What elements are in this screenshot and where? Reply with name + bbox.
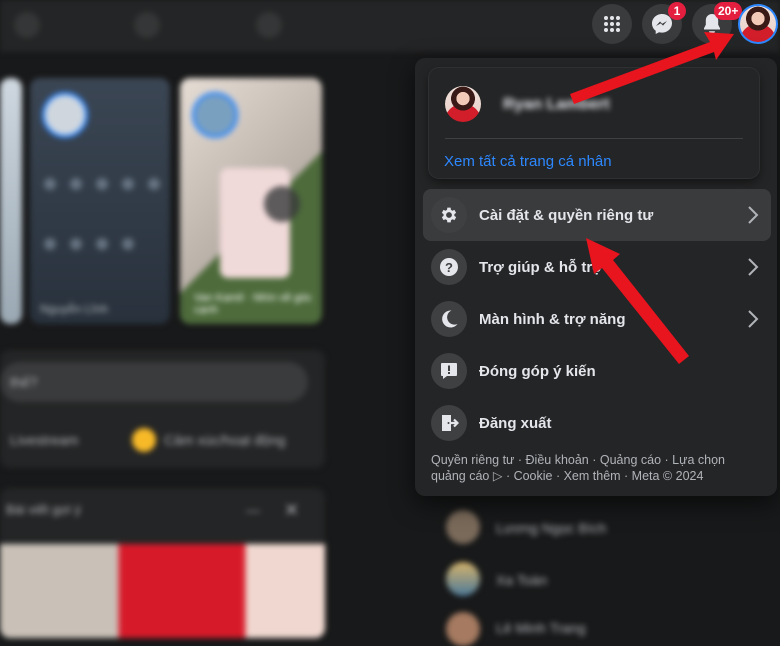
logout-icon [442, 415, 459, 431]
story-label: Nguyễn Lĩnh [40, 302, 109, 316]
notifications-button[interactable]: 20+ [692, 2, 743, 44]
story-card-photo: Van Kamil · Nhìn về góc cạnh [180, 78, 322, 324]
contact-avatar [446, 510, 480, 544]
profile-card[interactable]: Ryan Lambert Xem tất cả trang cá nhân [429, 68, 759, 178]
question-icon: ? [440, 258, 458, 276]
messenger-button[interactable]: 1 [642, 2, 686, 44]
menu-item-logout[interactable]: Đăng xuất [423, 397, 771, 449]
profile-avatar [445, 86, 481, 122]
profile-name: Ryan Lambert [503, 96, 610, 113]
menu-grid-icon [604, 16, 620, 32]
contact-name: Lương Ngọc Bích [496, 520, 607, 536]
live-video-label: Livestream [10, 432, 79, 448]
divider [445, 138, 743, 139]
chevron-right-icon [748, 206, 759, 224]
contact-avatar [446, 612, 480, 646]
story-next-button [264, 186, 300, 222]
moon-icon [442, 310, 458, 328]
story-card [0, 78, 22, 324]
menu-grid-button[interactable] [592, 4, 632, 44]
contact-avatar [446, 562, 480, 596]
menu-item-label: Đóng góp ý kiến [479, 362, 596, 380]
footer-line[interactable]: Quyền riêng tư · Điều khoản · Quảng cáo … [431, 452, 761, 468]
account-menu: Ryan Lambert Xem tất cả trang cá nhân Cà… [415, 58, 777, 496]
suggested-header: Bài viết gợi ý [6, 502, 81, 517]
feeling-icon [132, 428, 156, 452]
story-avatar [192, 92, 238, 138]
menu-item-settings-privacy[interactable]: Cài đặt & quyền riêng tư [423, 189, 771, 241]
menu-item-label: Cài đặt & quyền riêng tư [479, 206, 654, 224]
story-card-weather: Nguyễn Lĩnh [30, 78, 170, 324]
menu-item-label: Trợ giúp & hỗ trợ [479, 258, 603, 276]
gear-icon [441, 207, 457, 223]
post-image [0, 544, 325, 638]
post-composer: thế? Livestream Cảm xúc/hoạt động [0, 350, 325, 468]
chevron-right-icon [748, 258, 759, 276]
avatar [740, 6, 776, 42]
footer-line[interactable]: quảng cáo ▷ · Cookie · Xem thêm · Meta ©… [431, 468, 761, 484]
menu-item-help-support[interactable]: ? Trợ giúp & hỗ trợ [423, 241, 771, 293]
composer-prompt: thế? [10, 374, 38, 390]
gaming-icon [256, 12, 282, 38]
close-icon: ✕ [284, 500, 300, 520]
account-button[interactable] [738, 4, 778, 44]
contact-name: Xa Toàn [496, 572, 548, 588]
groups-icon [134, 12, 160, 38]
feeling-label: Cảm xúc/hoạt động [164, 432, 286, 448]
menu-footer-links[interactable]: Quyền riêng tư · Điều khoản · Quảng cáo … [431, 452, 761, 484]
menu-item-display-accessibility[interactable]: Màn hình & trợ năng [423, 293, 771, 345]
suggested-post: Bài viết gợi ý — ✕ [0, 488, 325, 638]
messenger-badge: 1 [668, 2, 686, 20]
menu-item-label: Màn hình & trợ năng [479, 310, 626, 328]
chevron-right-icon [748, 310, 759, 328]
story-label: Van Kamil · Nhìn về góc cạnh [194, 292, 312, 316]
story-avatar [42, 92, 88, 138]
home-icon [14, 12, 40, 38]
see-all-profiles-link[interactable]: Xem tất cả trang cá nhân [444, 153, 612, 170]
feedback-icon [441, 363, 457, 379]
contact-name: Lê Minh Trang [496, 620, 586, 636]
menu-item-give-feedback[interactable]: Đóng góp ý kiến [423, 345, 771, 397]
menu-item-label: Đăng xuất [479, 414, 552, 432]
svg-text:?: ? [445, 260, 453, 275]
minimize-icon: — [246, 502, 260, 518]
